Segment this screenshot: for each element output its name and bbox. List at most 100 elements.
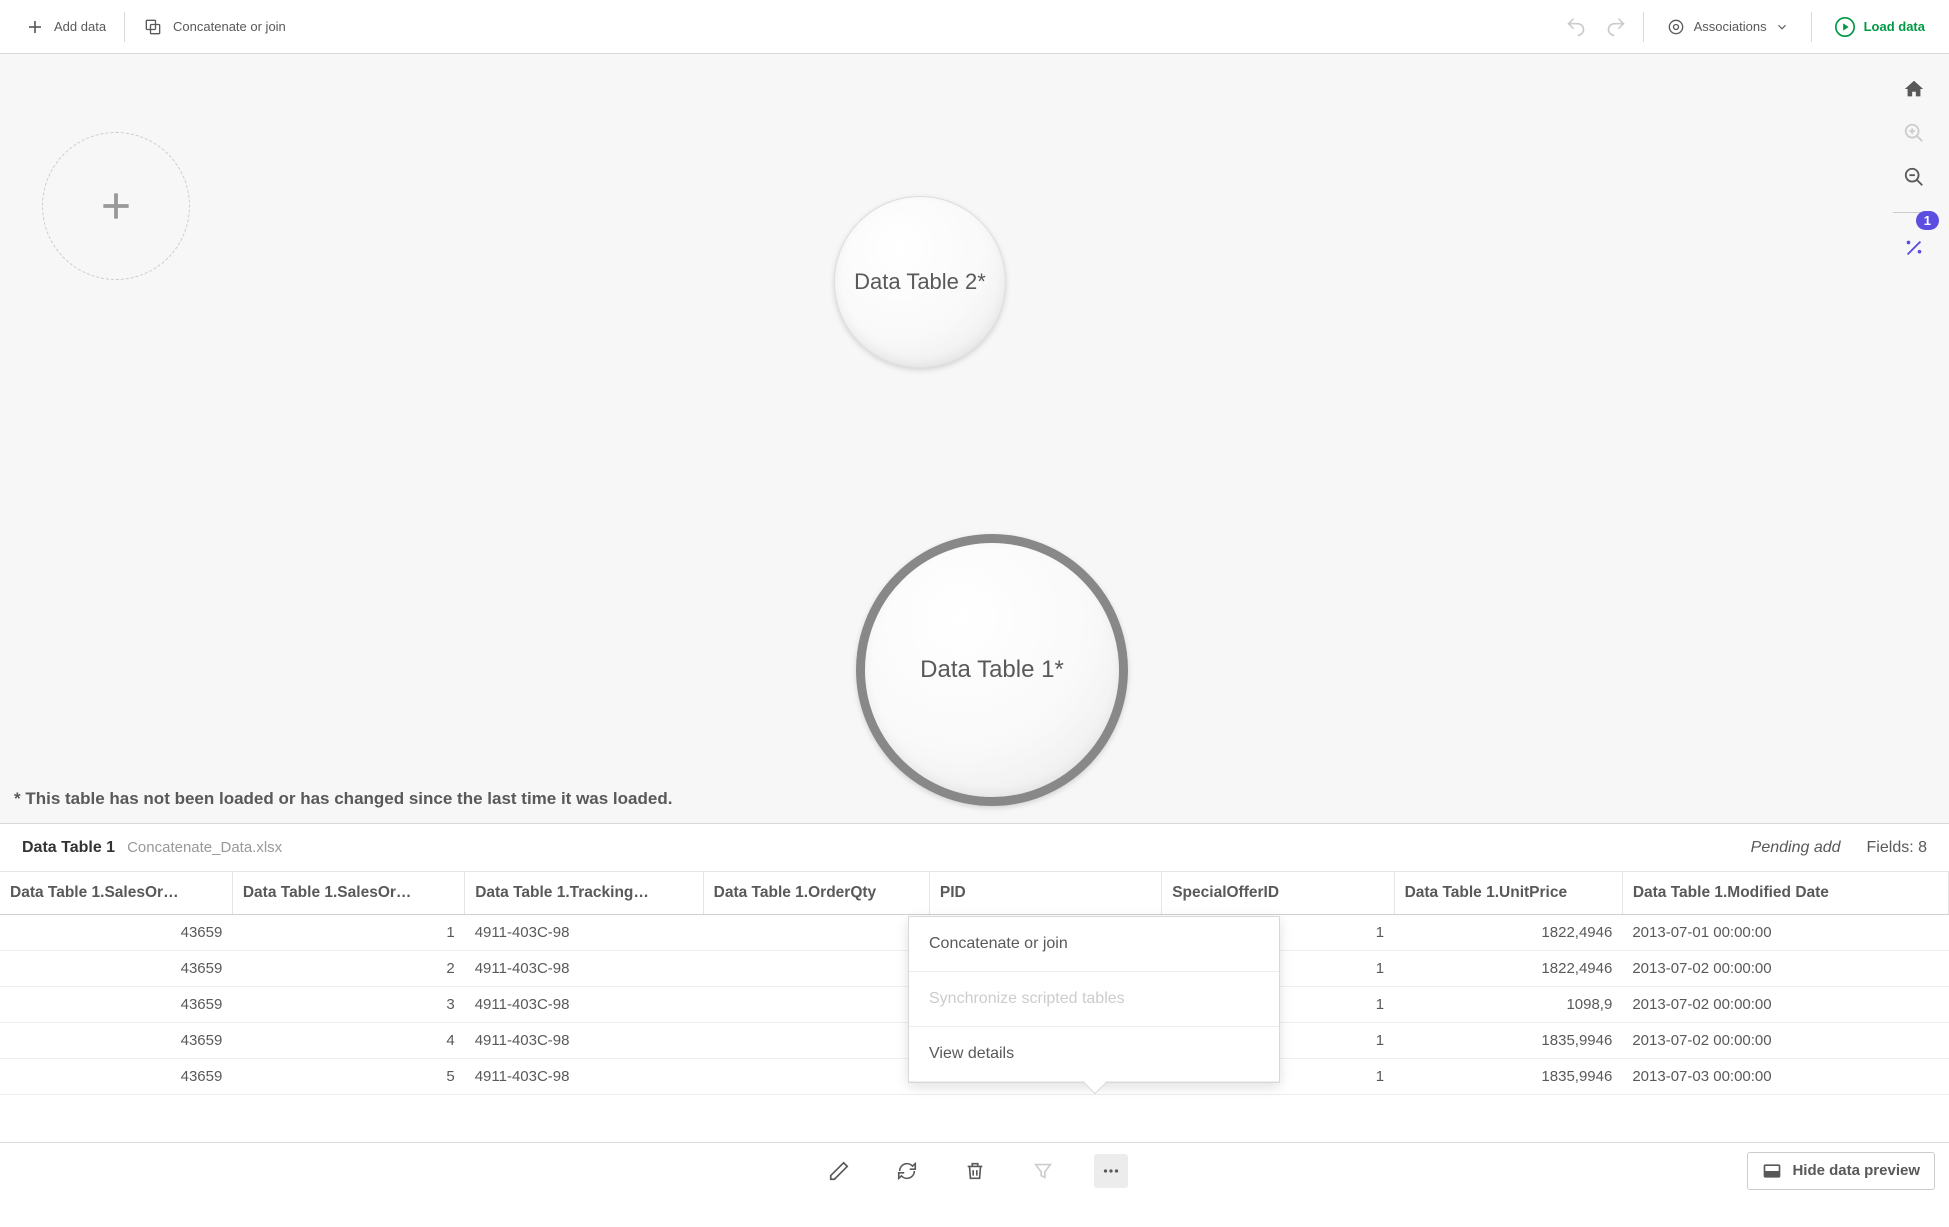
column-header[interactable]: Data Table 1.Modified Date xyxy=(1622,872,1948,915)
panel-icon xyxy=(1762,1161,1782,1181)
table-bubble-1-label: Data Table 1* xyxy=(920,656,1064,684)
table-cell: 2013-07-02 00:00:00 xyxy=(1622,951,1948,987)
redo-icon xyxy=(1606,17,1626,37)
preview-file-name: Concatenate_Data.xlsx xyxy=(127,839,282,856)
table-cell: 3 xyxy=(703,951,929,987)
delete-button[interactable] xyxy=(958,1154,992,1188)
column-header[interactable]: Data Table 1.Tracking… xyxy=(465,872,703,915)
table-cell: 4911-403C-98 xyxy=(465,987,703,1023)
table-cell: 2013-07-03 00:00:00 xyxy=(1622,1059,1948,1095)
table-cell: 43659 xyxy=(0,987,232,1023)
plus-icon xyxy=(26,18,44,36)
table-header-row: Data Table 1.SalesOr…Data Table 1.SalesO… xyxy=(0,872,1949,915)
reload-button[interactable] xyxy=(890,1154,924,1188)
concat-icon xyxy=(143,17,163,37)
bottom-toolbar: Hide data preview xyxy=(0,1142,1949,1198)
column-header[interactable]: Data Table 1.OrderQty xyxy=(703,872,929,915)
concat-join-button[interactable]: Concatenate or join xyxy=(129,9,300,45)
table-cell: 1098,9 xyxy=(1394,987,1622,1023)
hide-preview-label: Hide data preview xyxy=(1792,1162,1920,1179)
toolbar-separator xyxy=(1811,12,1812,42)
table-cell: 2013-07-01 00:00:00 xyxy=(1622,915,1948,951)
table-cell: 1 xyxy=(703,915,929,951)
associations-icon xyxy=(1666,17,1686,37)
table-cell: 5 xyxy=(232,1059,464,1095)
table-cell: 2013-07-02 00:00:00 xyxy=(1622,987,1948,1023)
add-bubble[interactable] xyxy=(42,132,190,280)
table-cell: 4 xyxy=(232,1023,464,1059)
toolbar-separator xyxy=(1643,12,1644,42)
side-tools: 1 xyxy=(1893,74,1935,263)
pencil-icon xyxy=(828,1160,850,1182)
edit-button[interactable] xyxy=(822,1154,856,1188)
concat-join-label: Concatenate or join xyxy=(173,19,286,34)
context-menu-concat[interactable]: Concatenate or join xyxy=(909,917,1279,972)
table-bubble-2-label: Data Table 2* xyxy=(854,269,986,295)
table-cell: 1822,4946 xyxy=(1394,951,1622,987)
trash-icon xyxy=(964,1160,986,1182)
column-header[interactable]: Data Table 1.SalesOr… xyxy=(0,872,232,915)
more-button[interactable] xyxy=(1094,1154,1128,1188)
zoom-out-icon xyxy=(1903,166,1925,188)
load-data-button[interactable]: Load data xyxy=(1822,10,1937,44)
table-bubble-1[interactable]: Data Table 1* xyxy=(856,534,1128,806)
table-cell: 1 xyxy=(703,1023,929,1059)
magic-wand-icon xyxy=(1903,237,1925,259)
add-data-button[interactable]: Add data xyxy=(12,10,120,44)
filter-button xyxy=(1026,1154,1060,1188)
context-menu-sync: Synchronize scripted tables xyxy=(909,972,1279,1027)
filter-icon xyxy=(1032,1160,1054,1182)
table-cell: 43659 xyxy=(0,1059,232,1095)
more-icon xyxy=(1100,1160,1122,1182)
table-cell: 1 xyxy=(703,987,929,1023)
table-cell: 43659 xyxy=(0,915,232,951)
preview-header: Data Table 1 Concatenate_Data.xlsx Pendi… xyxy=(0,824,1949,872)
redo-button xyxy=(1599,10,1633,44)
table-cell: 4911-403C-98 xyxy=(465,1023,703,1059)
toolbar-separator xyxy=(124,12,125,42)
table-cell: 1835,9946 xyxy=(1394,1023,1622,1059)
reload-icon xyxy=(896,1160,918,1182)
zoom-in-button xyxy=(1899,118,1929,148)
associations-label: Associations xyxy=(1694,19,1767,34)
load-data-label: Load data xyxy=(1864,19,1925,34)
undo-button xyxy=(1559,10,1593,44)
table-cell: 1822,4946 xyxy=(1394,915,1622,951)
top-toolbar: Add data Concatenate or join Association… xyxy=(0,0,1949,54)
column-header[interactable]: Data Table 1.SalesOr… xyxy=(232,872,464,915)
table-cell: 4911-403C-98 xyxy=(465,1059,703,1095)
table-cell: 2 xyxy=(232,951,464,987)
plus-icon xyxy=(97,187,135,225)
zoom-in-icon xyxy=(1903,122,1925,144)
canvas-footnote: * This table has not been loaded or has … xyxy=(14,789,672,809)
context-menu: Concatenate or join Synchronize scripted… xyxy=(908,916,1280,1083)
home-icon xyxy=(1903,78,1925,100)
column-header[interactable]: Data Table 1.UnitPrice xyxy=(1394,872,1622,915)
table-cell: 1 xyxy=(703,1059,929,1095)
play-circle-icon xyxy=(1834,16,1856,38)
data-preview-table-wrap: Data Table 1.SalesOr…Data Table 1.SalesO… xyxy=(0,872,1949,1142)
table-bubble-2[interactable]: Data Table 2* xyxy=(834,196,1006,368)
undo-icon xyxy=(1566,17,1586,37)
preview-table-name: Data Table 1 xyxy=(22,839,115,857)
recommendations-badge: 1 xyxy=(1916,211,1939,230)
add-data-label: Add data xyxy=(54,19,106,34)
pending-add-label: Pending add xyxy=(1751,839,1841,857)
table-cell: 2013-07-02 00:00:00 xyxy=(1622,1023,1948,1059)
table-cell: 4911-403C-98 xyxy=(465,915,703,951)
zoom-out-button[interactable] xyxy=(1899,162,1929,192)
table-cell: 43659 xyxy=(0,951,232,987)
fields-count: Fields: 8 xyxy=(1867,839,1927,857)
home-button[interactable] xyxy=(1899,74,1929,104)
table-cell: 1 xyxy=(232,915,464,951)
table-cell: 4911-403C-98 xyxy=(465,951,703,987)
associations-button[interactable]: Associations xyxy=(1654,11,1801,43)
column-header[interactable]: PID xyxy=(929,872,1161,915)
table-cell: 3 xyxy=(232,987,464,1023)
data-model-canvas[interactable]: Data Table 2* Data Table 1* * This table… xyxy=(0,54,1949,824)
magic-wand-button[interactable] xyxy=(1899,233,1929,263)
hide-preview-button[interactable]: Hide data preview xyxy=(1747,1152,1935,1190)
column-header[interactable]: SpecialOfferID xyxy=(1162,872,1394,915)
table-cell: 43659 xyxy=(0,1023,232,1059)
table-cell: 1835,9946 xyxy=(1394,1059,1622,1095)
